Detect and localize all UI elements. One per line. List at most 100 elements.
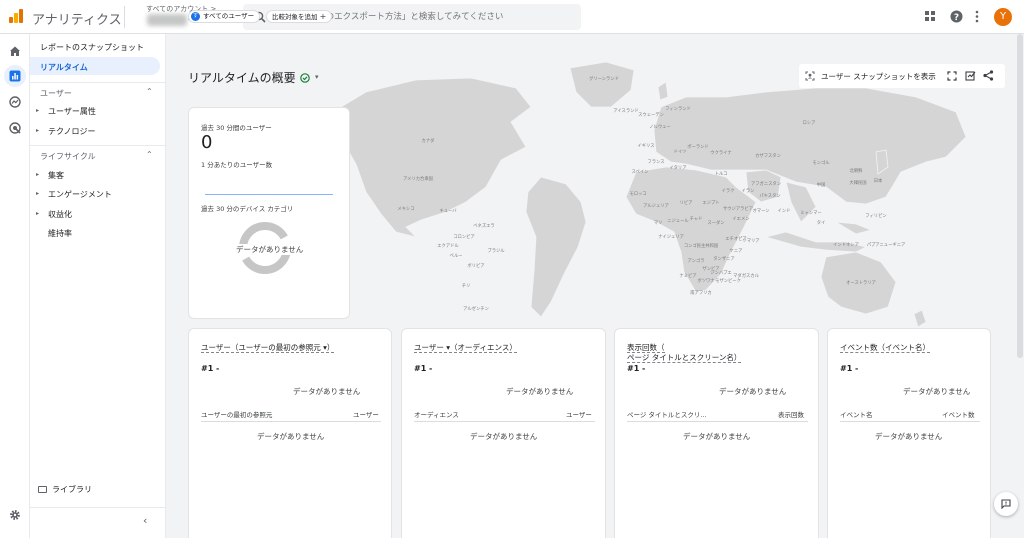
column-header-metric[interactable]: イベント数 xyxy=(942,409,975,419)
chevron-right-icon[interactable]: ▸ xyxy=(36,127,39,134)
map-label: カザフスタン xyxy=(755,152,781,159)
event-count-by-event-name-card: イベント数（イベント名） #1 - データがありません イベント名 イベント数 … xyxy=(827,328,991,538)
user-avatar[interactable]: Y xyxy=(994,8,1012,26)
top-rank: #1 - xyxy=(627,364,646,373)
explore-icon[interactable] xyxy=(6,93,24,111)
divider xyxy=(840,421,980,422)
app-root: アナリティクス すべてのアカウント > - GA4 ▾ ? Y レポートのスナッ… xyxy=(0,0,1024,538)
column-header-metric[interactable]: ユーザー xyxy=(566,409,592,419)
sidebar-group-user[interactable]: ユーザー xyxy=(40,88,72,99)
reports-icon[interactable] xyxy=(4,65,26,87)
chevron-right-icon[interactable]: ▸ xyxy=(36,210,39,217)
top-rank: #1 - xyxy=(201,364,220,373)
map-label: ブラジル xyxy=(487,247,505,254)
check-circle-icon[interactable] xyxy=(300,73,310,83)
page-scrollbar[interactable] xyxy=(1016,34,1024,538)
divider xyxy=(30,82,166,83)
map-label: ペルー xyxy=(450,253,463,259)
chevron-up-icon[interactable]: ⌃ xyxy=(146,150,153,159)
map-label: ニジェール xyxy=(667,218,689,224)
users-by-first-source-card: ユーザー（ユーザーの最初の参照元 ▾） #1 - データがありません ユーザーの… xyxy=(188,328,392,538)
chevron-right-icon[interactable]: ▸ xyxy=(36,107,39,114)
segment-chip-all-users[interactable]: すすべてのユーザー xyxy=(188,10,261,23)
sidebar-item-engagement[interactable]: エンゲージメント xyxy=(48,189,112,200)
map-label: ベネズエラ xyxy=(473,222,494,229)
sidebar-item-snapshot[interactable]: レポートのスナップショット xyxy=(40,42,144,53)
map-label: 日本 xyxy=(874,177,883,184)
map-label: ボリビア xyxy=(467,262,484,269)
advertising-icon[interactable] xyxy=(6,119,24,137)
help-icon[interactable]: ? xyxy=(950,10,963,23)
map-label: グリーンランド xyxy=(589,75,619,82)
map-label: 大韓民国 xyxy=(849,179,866,186)
card-title[interactable]: ユーザー（ユーザーの最初の参照元 ▾） xyxy=(201,343,335,353)
home-icon[interactable] xyxy=(6,42,24,60)
map-label: ソマリア xyxy=(742,238,759,244)
chevron-up-icon[interactable]: ⌃ xyxy=(146,87,153,96)
views-by-page-title-card: 表示回数（ ページ タイトルとスクリーン名） #1 - データがありません ページ… xyxy=(614,328,819,538)
column-header-metric[interactable]: ユーザー xyxy=(353,409,379,419)
add-comparison-button[interactable]: 比較対象を追加 + xyxy=(266,10,333,23)
chevron-right-icon[interactable]: ▸ xyxy=(36,171,39,178)
collapse-sidebar-chevron-icon[interactable]: ‹ xyxy=(143,514,147,527)
sidebar-item-realtime[interactable]: リアルタイム xyxy=(40,62,88,73)
users-per-minute-chart-baseline xyxy=(205,194,333,195)
users-last-30-min-label: 過去 30 分間のユーザー xyxy=(201,124,272,132)
folder-icon xyxy=(38,486,47,493)
map-label: カナダ xyxy=(422,137,436,144)
column-header-metric[interactable]: 表示回数 xyxy=(778,409,804,419)
card-no-data: データがありません xyxy=(903,387,971,396)
divider xyxy=(124,6,125,28)
sidebar-library-label: ライブラリ xyxy=(52,485,92,494)
scrollbar-thumb[interactable] xyxy=(1017,34,1023,358)
app-title: アナリティクス xyxy=(32,13,122,28)
map-label: ジンバブエ xyxy=(710,269,731,276)
analytics-logo-icon[interactable] xyxy=(8,8,24,24)
column-header-dimension[interactable]: イベント名 xyxy=(840,409,873,419)
sidebar-group-lifecycle[interactable]: ライフサイクル xyxy=(40,151,96,162)
sidebar-item-retention[interactable]: 維持率 xyxy=(48,228,72,239)
sidebar-item-monetization[interactable]: 収益化 xyxy=(48,209,72,220)
map-label: オマーン xyxy=(753,208,770,214)
actions-toolbar: ユーザー スナップショットを表示 xyxy=(799,64,1005,88)
map-label: ケニア xyxy=(730,247,743,254)
divider xyxy=(201,421,381,422)
title-dropdown-chevron-icon[interactable]: ▾ xyxy=(315,73,319,81)
map-label: ドイツ xyxy=(674,150,687,155)
column-header-dimension[interactable]: オーディエンス xyxy=(414,409,459,419)
column-header-dimension[interactable]: ページ タイトルとスクリ... xyxy=(627,409,707,419)
more-vert-icon[interactable] xyxy=(975,10,979,23)
settings-gear-icon[interactable] xyxy=(6,506,24,524)
user-snapshot-button[interactable]: ユーザー スナップショットを表示 xyxy=(821,71,936,82)
map-label: メキシコ xyxy=(397,206,414,212)
map-label: サウジアラビア xyxy=(723,205,753,212)
fullscreen-icon[interactable] xyxy=(947,71,957,81)
map-label: ナイジェリア xyxy=(658,234,684,240)
customize-report-icon[interactable] xyxy=(965,70,976,81)
segment-badge: す xyxy=(191,12,200,21)
svg-text:?: ? xyxy=(954,13,959,23)
apps-grid-icon[interactable] xyxy=(924,10,936,22)
map-label: 南アフリカ xyxy=(690,289,711,296)
map-label: モンゴル xyxy=(812,159,830,166)
sidebar-item-acquisition[interactable]: 集客 xyxy=(48,170,64,181)
map-label: チャド xyxy=(690,216,703,222)
plus-icon: + xyxy=(319,12,327,21)
card-title[interactable]: イベント数（イベント名） xyxy=(840,343,930,353)
card-title[interactable]: 表示回数（ ページ タイトルとスクリーン名） xyxy=(627,343,742,363)
divider xyxy=(627,421,808,422)
sidebar-library[interactable]: ライブラリ xyxy=(38,484,92,495)
chevron-right-icon[interactable]: ▸ xyxy=(36,190,39,197)
map-label: フィンランド xyxy=(665,106,691,112)
map-label: チリ xyxy=(462,283,471,289)
share-icon[interactable] xyxy=(983,70,994,81)
map-label: オーストラリア xyxy=(846,280,876,286)
feedback-button[interactable] xyxy=(994,492,1018,516)
column-header-dimension[interactable]: ユーザーの最初の参照元 xyxy=(201,409,272,419)
map-label: イエメン xyxy=(732,216,749,222)
divider xyxy=(30,507,166,508)
sidebar-item-demographics[interactable]: ユーザー属性 xyxy=(48,106,96,117)
map-label: リビア xyxy=(680,199,693,206)
card-title[interactable]: ユーザー ▾（オーディエンス） xyxy=(414,343,517,353)
sidebar-item-technology[interactable]: テクノロジー xyxy=(48,126,96,137)
